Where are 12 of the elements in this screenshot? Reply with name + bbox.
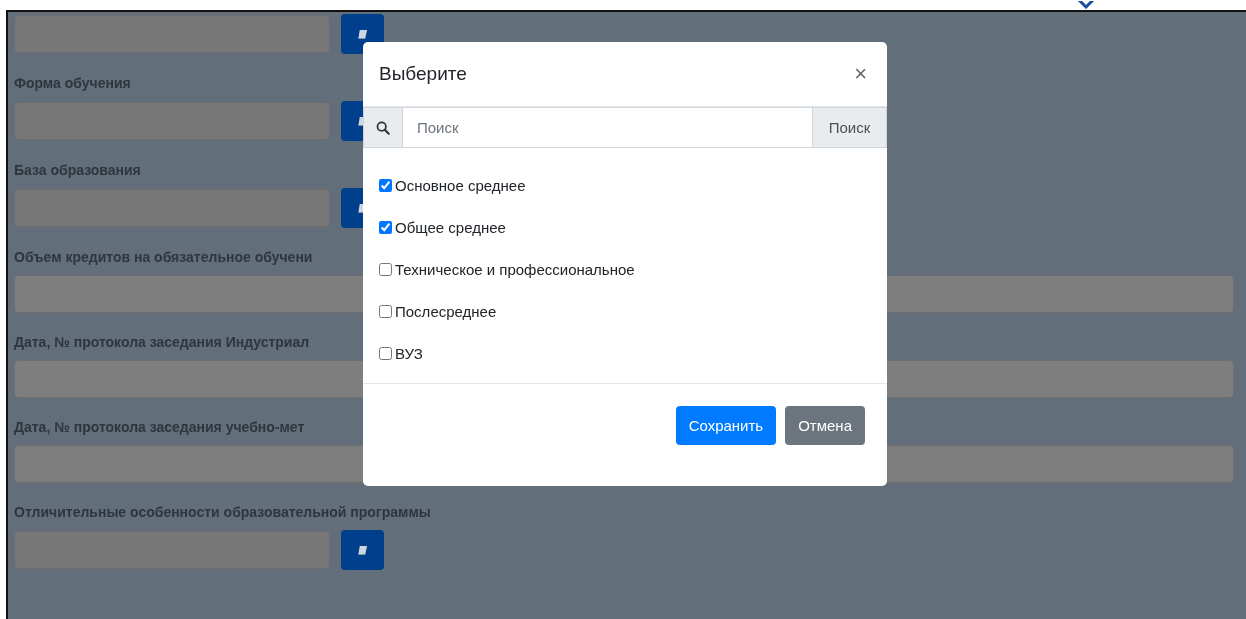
field-label: Объем кредитов на обязательное обучени (14, 249, 313, 265)
field-label: Дата, № протокола заседания учебно-мет (14, 419, 305, 435)
field-label: Дата, № протокола заседания Индустриал (14, 334, 310, 350)
option-label: Техническое и профессиональное (395, 261, 635, 278)
option-label: Общее среднее (395, 219, 506, 236)
option-label: Послесреднее (395, 303, 497, 320)
dialog-title: Выберите (379, 63, 467, 85)
field-label: Форма обучения (14, 75, 131, 91)
field-label: Отличительные особенности образовательной программы (14, 504, 431, 520)
option-label: ВУЗ (395, 345, 423, 362)
option-label: Основное среднее (395, 177, 526, 194)
field-label: База образования (14, 162, 141, 178)
